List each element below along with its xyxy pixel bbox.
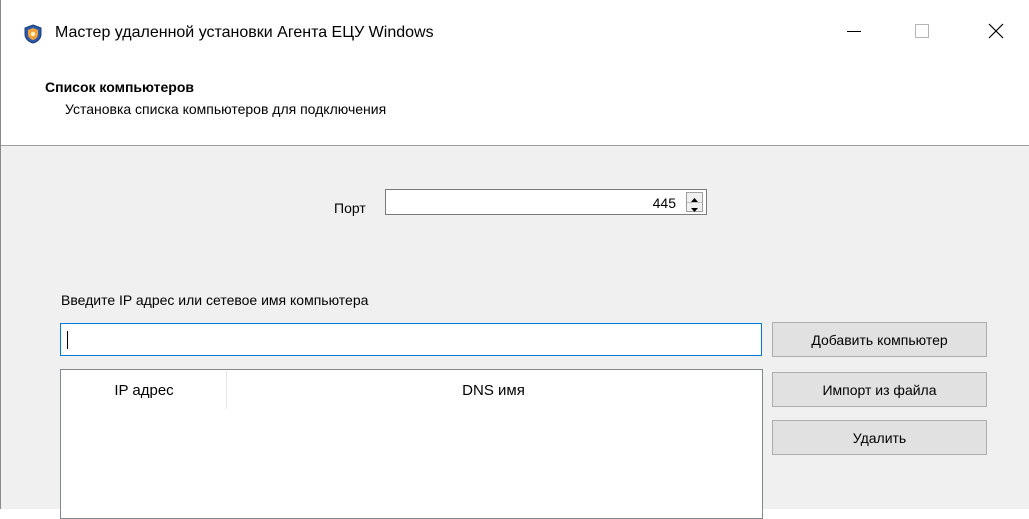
arrow-down-icon	[691, 199, 698, 216]
wizard-window: Мастер удаленной установки Агента ЕЦУ Wi…	[0, 0, 1029, 519]
minimize-button[interactable]	[831, 10, 877, 56]
text-caret	[67, 331, 68, 349]
port-value[interactable]: 445	[653, 194, 676, 212]
page-subtitle: Установка списка компьютеров для подключ…	[65, 101, 387, 117]
port-stepper[interactable]: 445	[385, 189, 707, 215]
port-label: Порт	[334, 200, 366, 216]
address-label: Введите IP адрес или сетевое имя компьют…	[61, 292, 369, 308]
delete-button[interactable]: Удалить	[772, 420, 987, 455]
import-file-button[interactable]: Импорт из файла	[772, 372, 987, 407]
column-header-dns[interactable]: DNS имя	[227, 371, 760, 409]
close-button[interactable]	[973, 10, 1019, 56]
title-bar[interactable]: Мастер удаленной установки Агента ЕЦУ Wi…	[1, 0, 1029, 66]
wizard-header: Список компьютеров Установка списка комп…	[1, 66, 1029, 146]
close-icon	[988, 23, 1004, 43]
window-title: Мастер удаленной установки Агента ЕЦУ Wi…	[55, 24, 434, 41]
computer-list[interactable]: IP адрес DNS имя	[60, 369, 763, 519]
address-input[interactable]	[60, 323, 762, 356]
maximize-button[interactable]	[899, 10, 945, 56]
add-computer-button[interactable]: Добавить компьютер	[772, 322, 987, 357]
shield-icon	[24, 24, 42, 44]
maximize-icon	[915, 24, 929, 42]
column-header-ip[interactable]: IP адрес	[62, 371, 227, 409]
page-title: Список компьютеров	[45, 79, 194, 95]
port-spinner	[686, 192, 703, 212]
spin-down-button[interactable]	[687, 202, 702, 212]
minimize-icon	[847, 24, 861, 42]
